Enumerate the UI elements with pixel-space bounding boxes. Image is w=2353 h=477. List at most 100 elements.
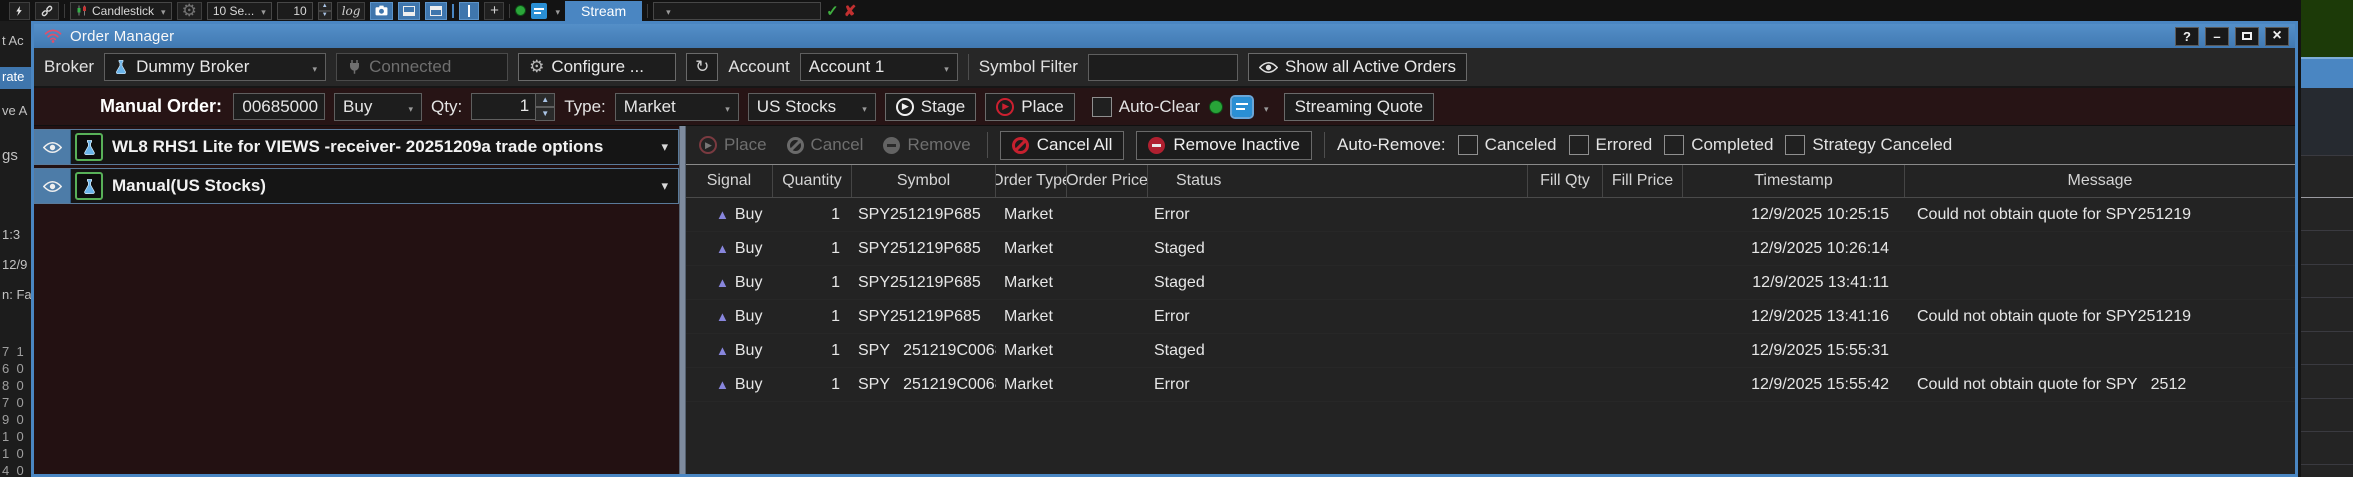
log-scale-button[interactable]: log (337, 2, 366, 20)
broker-combo[interactable]: Dummy Broker (104, 53, 326, 81)
check-icon[interactable]: ✓ (826, 2, 839, 20)
col-status[interactable]: Status (1148, 165, 1528, 197)
quantity-value: 1 (773, 240, 852, 258)
stage-button[interactable]: Stage (885, 93, 976, 121)
manual-symbol-input[interactable] (233, 93, 325, 120)
col-timestamp[interactable]: Timestamp (1683, 165, 1905, 197)
col-order-type[interactable]: Order Type (996, 165, 1067, 197)
background-window-left: t Ac rate ve A gs 1:3 12/9 n: Fa 7 1 6 0… (0, 21, 31, 477)
strategy-row[interactable]: Manual(US Stocks) (34, 168, 679, 204)
background-numbers: 7 1 6 0 8 0 7 0 9 0 1 0 1 0 4 0 (2, 343, 24, 477)
order-row[interactable]: Buy 1 SPY251219P685 Market Staged 12/9/2… (686, 232, 2295, 266)
qty-label: Qty: (431, 97, 462, 117)
buy-triangle-icon (716, 206, 729, 224)
vertical-bar-button[interactable] (459, 2, 479, 20)
auto-clear-checkbox[interactable] (1092, 97, 1112, 117)
col-fill-qty[interactable]: Fill Qty (1528, 165, 1603, 197)
snapshot-button[interactable] (370, 2, 393, 20)
stepper-up-icon[interactable]: ▲ (318, 2, 332, 11)
maximize-button[interactable] (2235, 27, 2259, 46)
link-button[interactable] (35, 2, 59, 20)
stepper-down-icon[interactable]: ▼ (318, 11, 332, 20)
add-button[interactable]: + (484, 2, 504, 20)
interval-value-input[interactable]: 10 (277, 2, 313, 20)
cross-icon[interactable]: ✘ (844, 2, 857, 20)
symbol-filter-input[interactable] (1088, 54, 1238, 81)
errored-checkbox[interactable] (1569, 135, 1589, 155)
side-combo[interactable]: Buy (334, 93, 422, 121)
cancel-all-button[interactable]: Cancel All (1000, 131, 1125, 160)
signal-value: Buy (735, 308, 763, 326)
iqfeed-icon[interactable] (531, 3, 547, 19)
stepper-down-icon[interactable]: ▼ (535, 107, 555, 121)
chevron-down-icon[interactable] (552, 2, 560, 20)
panel-splitter[interactable] (679, 126, 686, 474)
col-fill-price[interactable]: Fill Price (1603, 165, 1683, 197)
visibility-toggle[interactable] (35, 130, 71, 164)
close-button[interactable] (2265, 27, 2289, 46)
broker-label: Broker (44, 57, 94, 77)
order-type-value: Market (996, 206, 1067, 224)
titlebar[interactable]: Order Manager ? (34, 24, 2295, 48)
window-layout-button[interactable] (425, 2, 447, 20)
order-row[interactable]: Buy 1 SPY251219P685 Market Error 12/9/20… (686, 300, 2295, 334)
visibility-toggle[interactable] (35, 169, 71, 203)
status-value: Error (1148, 376, 1528, 394)
wifi-icon (44, 29, 62, 43)
toolbar-separator (452, 4, 454, 18)
split-layout-icon (403, 6, 415, 16)
order-row[interactable]: Buy 1 SPY251219P685 Market Staged 12/9/2… (686, 266, 2295, 300)
background-text: 12/9 (2, 257, 27, 272)
chevron-down-icon[interactable] (661, 178, 668, 194)
refresh-accounts-button[interactable] (686, 53, 718, 81)
empty-combo[interactable] (653, 2, 821, 20)
col-quantity[interactable]: Quantity (773, 165, 852, 197)
stepper-up-icon[interactable]: ▲ (535, 93, 555, 107)
order-type-value: Market (996, 308, 1067, 326)
col-symbol[interactable]: Symbol (852, 165, 996, 197)
chevron-down-icon[interactable] (661, 139, 668, 155)
strategy-row[interactable]: WL8 RHS1 Lite for VIEWS -receiver- 20251… (34, 129, 679, 165)
buy-triangle-icon (716, 376, 729, 394)
interval-stepper[interactable]: ▲▼ (318, 2, 332, 20)
interval-combo-label: 10 Se... (213, 4, 254, 18)
stream-button[interactable]: Stream (565, 1, 642, 21)
chart-toolbar: Candlestick 10 Se... 10 ▲▼ log + Stream (0, 0, 2353, 21)
order-row[interactable]: Buy 1 SPY 251219C00685000 Market Staged … (686, 334, 2295, 368)
order-row[interactable]: Buy 1 SPY 251219C00685000 Market Error 1… (686, 368, 2295, 402)
order-type-combo[interactable]: Market (615, 93, 739, 121)
gear-icon (182, 1, 197, 21)
order-row[interactable]: Buy 1 SPY251219P685 Market Error 12/9/20… (686, 198, 2295, 232)
split-layout-button[interactable] (398, 2, 420, 20)
toolbar-separator (647, 4, 648, 18)
interval-combo[interactable]: 10 Se... (207, 2, 272, 20)
signal-value: Buy (735, 376, 763, 394)
background-text: n: Fa (2, 287, 31, 302)
chevron-down-icon[interactable] (1261, 97, 1269, 117)
lightning-button[interactable] (9, 2, 30, 20)
iqfeed-icon[interactable] (1232, 97, 1252, 117)
order-manager-window: Order Manager ? Broker Dummy Broker Conn… (31, 21, 2298, 477)
place-button[interactable]: Place (985, 93, 1075, 121)
cancel-order-button: Cancel (783, 135, 868, 155)
remove-inactive-button[interactable]: Remove Inactive (1136, 131, 1312, 160)
canceled-checkbox[interactable] (1458, 135, 1478, 155)
market-combo[interactable]: US Stocks (748, 93, 876, 121)
streaming-quote-button[interactable]: Streaming Quote (1284, 93, 1435, 121)
qty-stepper: ▲▼ (471, 93, 555, 121)
completed-checkbox[interactable] (1664, 135, 1684, 155)
configure-button[interactable]: Configure ... (518, 53, 676, 81)
account-combo[interactable]: Account 1 (800, 53, 958, 81)
chart-style-combo[interactable]: Candlestick (70, 2, 172, 20)
help-button[interactable]: ? (2175, 27, 2199, 46)
strategy-canceled-checkbox[interactable] (1785, 135, 1805, 155)
show-active-orders-button[interactable]: Show all Active Orders (1248, 53, 1467, 81)
col-message[interactable]: Message (1905, 165, 2295, 197)
col-order-price[interactable]: Order Price (1067, 165, 1148, 197)
qty-input[interactable] (471, 93, 535, 120)
chevron-down-icon (406, 97, 414, 117)
minimize-button[interactable] (2205, 27, 2229, 46)
col-signal[interactable]: Signal (686, 165, 773, 197)
chart-settings-button[interactable] (177, 2, 202, 20)
quantity-value: 1 (773, 274, 852, 292)
